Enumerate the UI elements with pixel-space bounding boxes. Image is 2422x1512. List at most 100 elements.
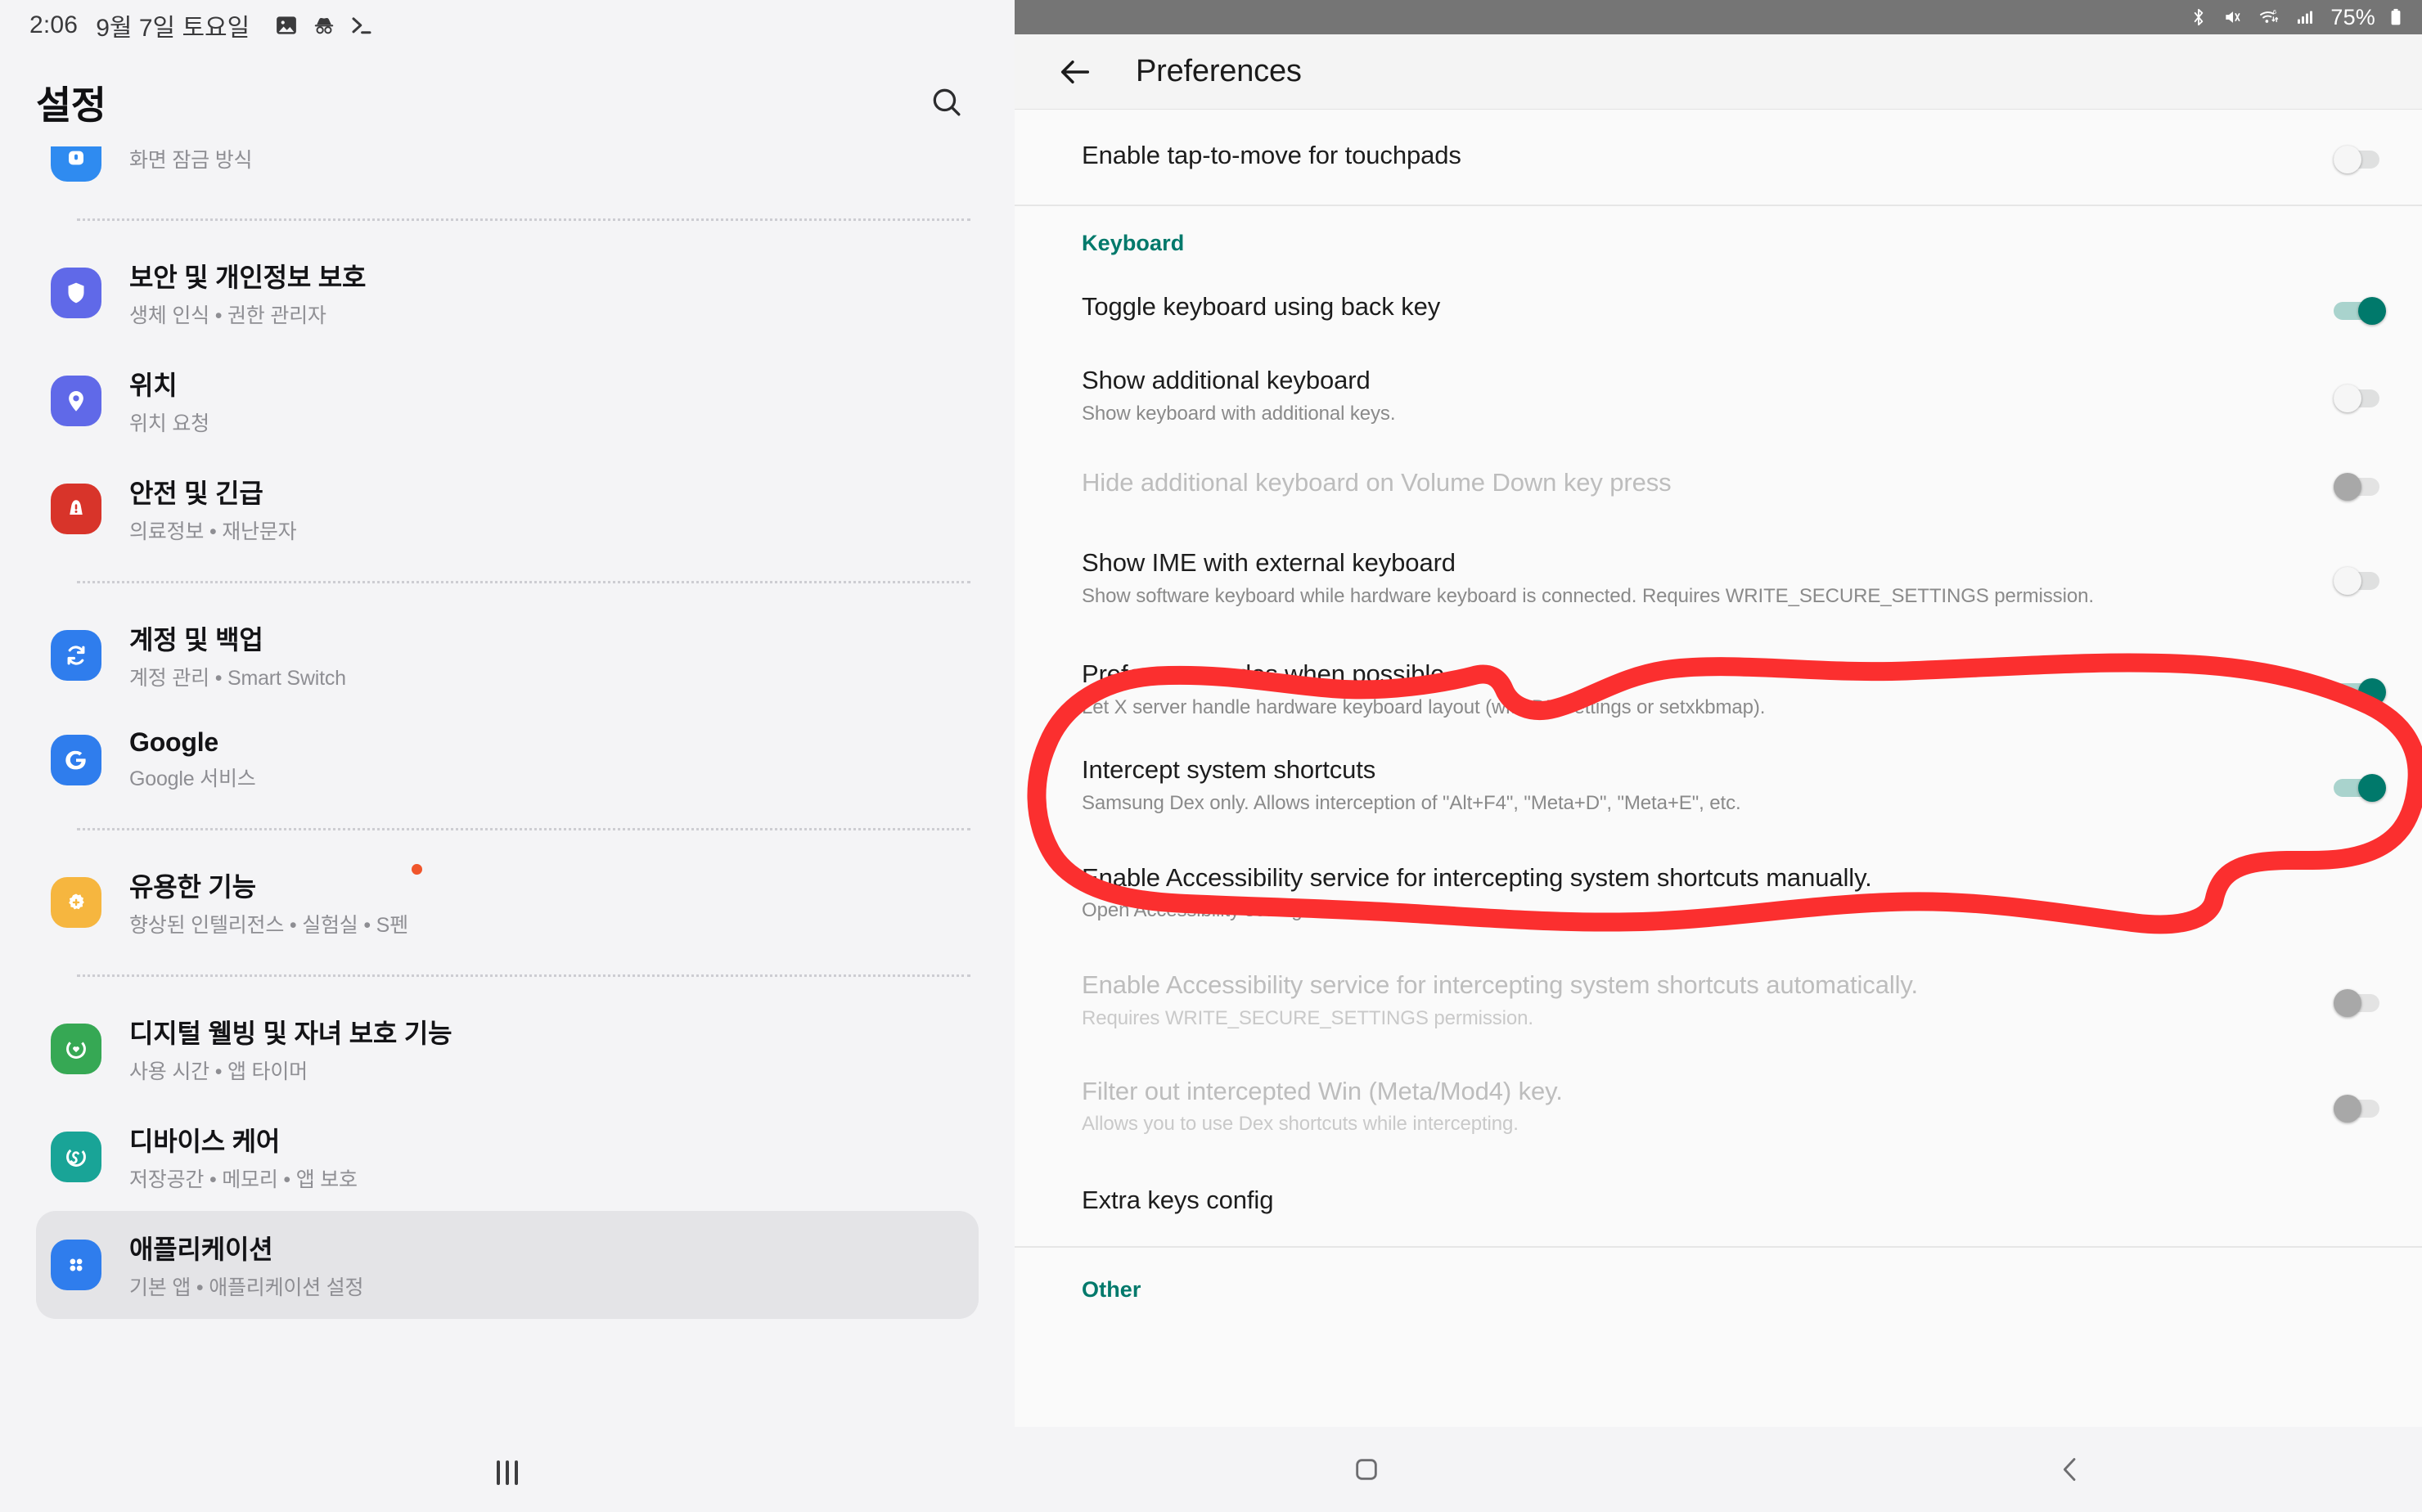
- battery-icon: [2388, 7, 2404, 28]
- back-arrow-icon: [1060, 60, 1090, 83]
- page-title: 설정: [36, 83, 106, 127]
- settings-item-title: Google: [129, 727, 219, 757]
- left-nav-bar: [0, 1433, 1015, 1512]
- settings-list[interactable]: 화면 잠금 방식 보안 및 개인정보 보호 생체 인식 • 권한 관리자 위치: [0, 146, 1015, 1447]
- settings-item-accounts-backup[interactable]: 계정 및 백업 계정 관리 • Smart Switch: [36, 601, 979, 709]
- settings-item-title: 디지털 웰빙 및 자녀 보호 기능: [129, 1019, 452, 1048]
- toggle-show-ime-external-keyboard[interactable]: [2334, 567, 2386, 596]
- pref-subtitle: Requires WRITE_SECURE_SETTINGS permissio…: [1082, 1006, 1533, 1029]
- location-pin-icon: [51, 376, 101, 426]
- settings-item-title: 계정 및 백업: [129, 625, 263, 655]
- list-divider: [77, 218, 970, 221]
- pref-title: Show additional keyboard: [1082, 366, 1371, 394]
- incognito-icon: [312, 13, 336, 38]
- left-status-bar: 2:06 9월 7일 토요일: [0, 0, 1015, 51]
- toggle-filter-win-key: [2334, 1095, 2386, 1123]
- back-chevron-icon: [2063, 1458, 2076, 1481]
- sync-icon: [51, 630, 101, 681]
- toggle-prefer-scancodes[interactable]: [2334, 677, 2386, 706]
- settings-item-security-privacy[interactable]: 보안 및 개인정보 보호 생체 인식 • 권한 관리자: [36, 239, 979, 347]
- google-g-icon: [51, 734, 101, 785]
- settings-pane: 2:06 9월 7일 토요일 설정 화면 잠금 방식 보안 및 개인정보 보호 …: [0, 0, 1015, 1512]
- pref-row-prefer-scancodes[interactable]: Prefer scancodes when possible Let X ser…: [1015, 627, 2422, 737]
- settings-item-safety-emergency[interactable]: 안전 및 긴급 의료정보 • 재난문자: [36, 455, 979, 563]
- toggle-accessibility-automatic: [2334, 988, 2386, 1017]
- search-button[interactable]: [921, 77, 972, 128]
- home-button[interactable]: [1015, 1453, 1718, 1486]
- settings-item-title: 안전 및 긴급: [129, 479, 263, 508]
- settings-item-title: 디바이스 케어: [129, 1127, 281, 1156]
- preferences-app-bar: Preferences: [1015, 34, 2422, 110]
- settings-item-title: 애플리케이션: [129, 1235, 273, 1264]
- pref-title: Enable tap-to-move for touchpads: [1082, 141, 1461, 169]
- terminal-icon: [349, 13, 374, 38]
- settings-item-subtitle: Google 서비스: [129, 767, 256, 790]
- pref-subtitle: Show software keyboard while hardware ke…: [1082, 585, 2094, 608]
- settings-item-title: 위치: [129, 371, 178, 400]
- pref-subtitle: Show keyboard with additional keys.: [1082, 402, 1396, 425]
- right-nav-bar: [1015, 1427, 2422, 1512]
- right-status-bar: 6 75%: [1015, 0, 2422, 34]
- new-badge-dot: [411, 864, 422, 875]
- toggle-keyboard-back-key[interactable]: [2334, 297, 2386, 325]
- pref-row-accessibility-automatic: Enable Accessibility service for interce…: [1015, 941, 2422, 1048]
- settings-item-applications[interactable]: 애플리케이션 기본 앱 • 애플리케이션 설정: [36, 1211, 979, 1319]
- settings-item-advanced-features[interactable]: 유용한 기능 향상된 인텔리전스 • 실험실 • S펜: [36, 848, 979, 956]
- mute-vibrate-icon: [2222, 7, 2244, 28]
- settings-item-location[interactable]: 위치 위치 요청: [36, 347, 979, 455]
- apps-grid-icon: [51, 1240, 101, 1290]
- list-divider: [77, 974, 970, 977]
- gear-flower-icon: [51, 877, 101, 928]
- image-icon: [274, 13, 299, 38]
- three-bars-icon[interactable]: [497, 1460, 518, 1485]
- status-date: 9월 7일 토요일: [96, 15, 250, 42]
- settings-item-subtitle: 위치 요청: [129, 412, 209, 435]
- pref-row-show-ime-external-keyboard[interactable]: Show IME with external keyboard Show sof…: [1015, 525, 2422, 626]
- toggle-show-additional-keyboard[interactable]: [2334, 384, 2386, 412]
- pref-row-extra-keys-config[interactable]: Extra keys config: [1015, 1154, 2422, 1246]
- settings-item-title-text: 유용한 기능: [129, 872, 256, 902]
- settings-item-google[interactable]: Google Google 서비스: [36, 709, 979, 810]
- pref-subtitle: Open Accessibility settings.: [1082, 899, 1318, 922]
- dual-pane-screen: 2:06 9월 7일 토요일 설정 화면 잠금 방식 보안 및 개인정보 보호 …: [0, 0, 2422, 1512]
- emergency-alert-icon: [51, 484, 101, 534]
- settings-item-text: 화면 잠금 방식: [129, 146, 252, 173]
- device-care-icon: [51, 1132, 101, 1182]
- shield-icon: [51, 268, 101, 318]
- pref-row-toggle-keyboard-back-key[interactable]: Toggle keyboard using back key: [1015, 274, 2422, 343]
- pref-title: Show IME with external keyboard: [1082, 548, 1456, 578]
- pref-row-show-additional-keyboard[interactable]: Show additional keyboard Show keyboard w…: [1015, 343, 2422, 443]
- settings-item-title: 보안 및 개인정보 보호: [129, 263, 367, 292]
- search-icon: [933, 88, 961, 115]
- pref-title: Hide additional keyboard on Volume Down …: [1082, 468, 1672, 497]
- lock-icon: [51, 146, 101, 182]
- pref-row-filter-win-key: Filter out intercepted Win (Meta/Mod4) k…: [1015, 1049, 2422, 1154]
- settings-item-subtitle: 계정 관리 • Smart Switch: [129, 667, 346, 690]
- settings-item-subtitle: 기본 앱 • 애플리케이션 설정: [129, 1276, 364, 1299]
- back-button[interactable]: [1054, 51, 1096, 93]
- wellbeing-heart-icon: [51, 1024, 101, 1074]
- pref-title: Extra keys config: [1082, 1186, 1274, 1215]
- settings-item-title: 유용한 기능: [129, 864, 422, 904]
- pref-title: Filter out intercepted Win (Meta/Mod4) k…: [1082, 1076, 1563, 1105]
- toggle-tap-to-move[interactable]: [2334, 146, 2386, 173]
- preferences-list[interactable]: Enable tap-to-move for touchpads Keyboar…: [1015, 110, 2422, 1427]
- pref-subtitle: Samsung Dex only. Allows interception of…: [1082, 791, 1741, 814]
- pref-title: Intercept system shortcuts: [1082, 755, 1376, 785]
- settings-item-lock-screen[interactable]: 화면 잠금 방식: [36, 146, 979, 200]
- pref-row-accessibility-manual[interactable]: Enable Accessibility service for interce…: [1015, 834, 2422, 941]
- preferences-title: Preferences: [1136, 54, 1302, 88]
- battery-percent-label: 75%: [2330, 4, 2375, 29]
- pref-title: Enable Accessibility service for interce…: [1082, 862, 1872, 892]
- settings-item-digital-wellbeing[interactable]: 디지털 웰빙 및 자녀 보호 기능 사용 시간 • 앱 타이머: [36, 995, 979, 1103]
- status-time: 2:06: [29, 11, 79, 38]
- toggle-intercept-system-shortcuts[interactable]: [2334, 774, 2386, 803]
- settings-item-subtitle: 사용 시간 • 앱 타이머: [129, 1060, 308, 1083]
- settings-item-device-care[interactable]: 디바이스 케어 저장공간 • 메모리 • 앱 보호: [36, 1103, 979, 1211]
- settings-item-subtitle: 저장공간 • 메모리 • 앱 보호: [129, 1168, 358, 1191]
- svg-text:6: 6: [2273, 8, 2276, 16]
- toggle-hide-additional-keyboard: [2334, 473, 2386, 502]
- back-button-nav[interactable]: [1718, 1453, 2422, 1486]
- pref-row-intercept-system-shortcuts[interactable]: Intercept system shortcuts Samsung Dex o…: [1015, 737, 2422, 833]
- pref-row-tap-to-move[interactable]: Enable tap-to-move for touchpads: [1015, 110, 2422, 205]
